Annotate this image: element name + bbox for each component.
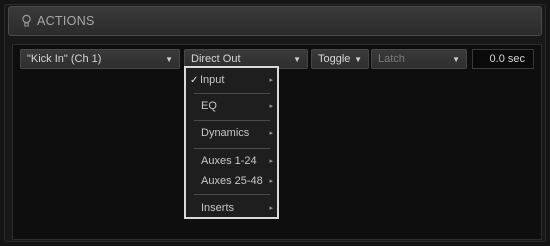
- triangle-down-icon: ▼: [293, 54, 301, 64]
- triangle-down-icon: ▼: [165, 54, 173, 64]
- menu-item-label: Inserts: [201, 202, 235, 214]
- target-label: Direct Out: [191, 53, 241, 65]
- menu-item-label: Auxes 1-24: [201, 155, 257, 167]
- chevron-right-icon: ▸: [269, 205, 273, 212]
- menu-item-auxes-25-48[interactable]: Auxes 25-48 ▸: [186, 171, 277, 191]
- mode-label: Toggle: [318, 53, 351, 65]
- chevron-right-icon: ▸: [269, 77, 273, 84]
- lightbulb-icon: [19, 13, 33, 29]
- time-field[interactable]: 0.0 sec: [472, 49, 534, 69]
- actions-header: ACTIONS: [8, 6, 542, 36]
- header-title: ACTIONS: [37, 14, 95, 28]
- menu-divider: [194, 148, 270, 149]
- menu-divider: [194, 194, 270, 195]
- chevron-right-icon: ▸: [269, 130, 273, 137]
- menu-item-dynamics[interactable]: Dynamics ▸: [186, 123, 277, 143]
- menu-item-auxes-1-24[interactable]: Auxes 1-24 ▸: [186, 151, 277, 171]
- source-label: "Kick In" (Ch 1): [27, 53, 102, 65]
- time-value: 0.0 sec: [489, 53, 525, 65]
- menu-item-label: Auxes 25-48: [201, 175, 263, 187]
- menu-item-input[interactable]: ✓ Input ▸: [186, 70, 277, 90]
- menu-item-label: Dynamics: [201, 127, 250, 139]
- latch-label: Latch: [378, 53, 405, 65]
- menu-item-eq[interactable]: EQ ▸: [186, 96, 277, 116]
- mode-dropdown[interactable]: Toggle ▼: [311, 49, 369, 69]
- checkmark-icon: ✓: [190, 74, 199, 86]
- source-dropdown[interactable]: "Kick In" (Ch 1) ▼: [20, 49, 180, 69]
- chevron-right-icon: ▸: [269, 158, 273, 165]
- target-submenu: ✓ Input ▸ EQ ▸ Dynamics ▸ Auxes 1-24 ▸ A…: [184, 66, 279, 219]
- triangle-down-icon: ▼: [354, 54, 362, 64]
- menu-item-label: EQ: [201, 100, 217, 112]
- latch-dropdown[interactable]: Latch ▼: [371, 49, 467, 69]
- menu-divider: [194, 120, 270, 121]
- chevron-right-icon: ▸: [269, 178, 273, 185]
- triangle-down-icon: ▼: [452, 54, 460, 64]
- menu-item-inserts[interactable]: Inserts ▸: [186, 198, 277, 218]
- chevron-right-icon: ▸: [269, 103, 273, 110]
- menu-divider: [194, 93, 270, 94]
- menu-item-label: Input: [200, 74, 225, 86]
